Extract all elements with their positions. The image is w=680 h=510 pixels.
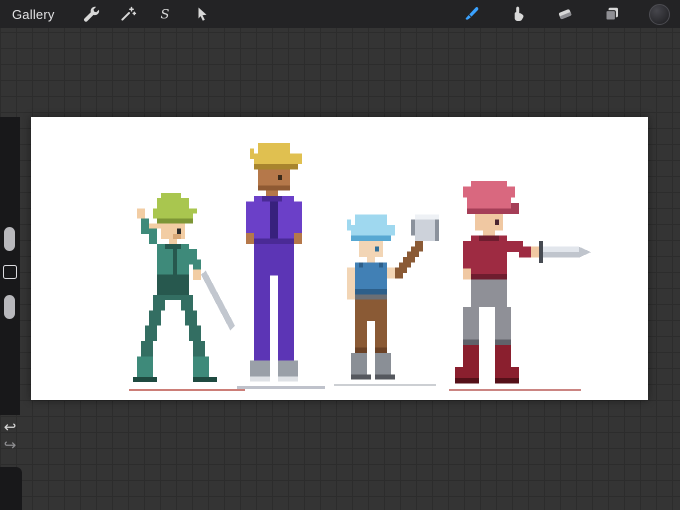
opacity-slider[interactable]	[4, 295, 15, 319]
redo-button[interactable]: ↪	[1, 438, 19, 454]
selection-s-icon: S	[160, 8, 169, 23]
wrench-icon	[83, 6, 99, 22]
character-pink-sword	[455, 181, 591, 384]
erase-button[interactable]	[553, 2, 577, 26]
shadow-line	[129, 389, 245, 391]
top-toolbar: Gallery S	[0, 0, 680, 28]
character-elf-swordsman	[133, 193, 235, 382]
right-tool-group	[459, 2, 671, 26]
character-blue-axe	[347, 214, 439, 380]
undo-button[interactable]: ↩	[1, 420, 19, 436]
character-tall-blonde	[246, 143, 302, 382]
smudge-finger-icon	[514, 6, 524, 21]
selection-button[interactable]: S	[153, 2, 177, 26]
shadow-line	[449, 389, 581, 391]
color-button[interactable]	[647, 2, 671, 26]
paintbrush-icon	[465, 6, 478, 20]
drawing-canvas[interactable]	[31, 117, 648, 400]
modify-button[interactable]	[3, 265, 17, 279]
magic-wand-icon	[120, 6, 136, 21]
paint-button[interactable]	[459, 2, 483, 26]
svg-text:S: S	[160, 8, 169, 23]
actions-button[interactable]	[79, 2, 103, 26]
smudge-button[interactable]	[506, 2, 530, 26]
layers-button[interactable]	[600, 2, 624, 26]
brush-size-slider[interactable]	[4, 227, 15, 251]
gallery-button[interactable]: Gallery	[12, 7, 55, 22]
adjustments-button[interactable]	[116, 2, 140, 26]
transform-arrow-icon	[198, 7, 207, 21]
transform-button[interactable]	[190, 2, 214, 26]
color-swatch	[648, 3, 670, 25]
left-tool-group: S	[79, 2, 214, 26]
layers-icon	[605, 7, 618, 21]
brush-sidebar	[0, 117, 20, 415]
bottom-left-dock	[0, 467, 22, 510]
eraser-icon	[558, 9, 572, 20]
procreate-workspace: Gallery S ↩ ↪	[0, 0, 680, 510]
